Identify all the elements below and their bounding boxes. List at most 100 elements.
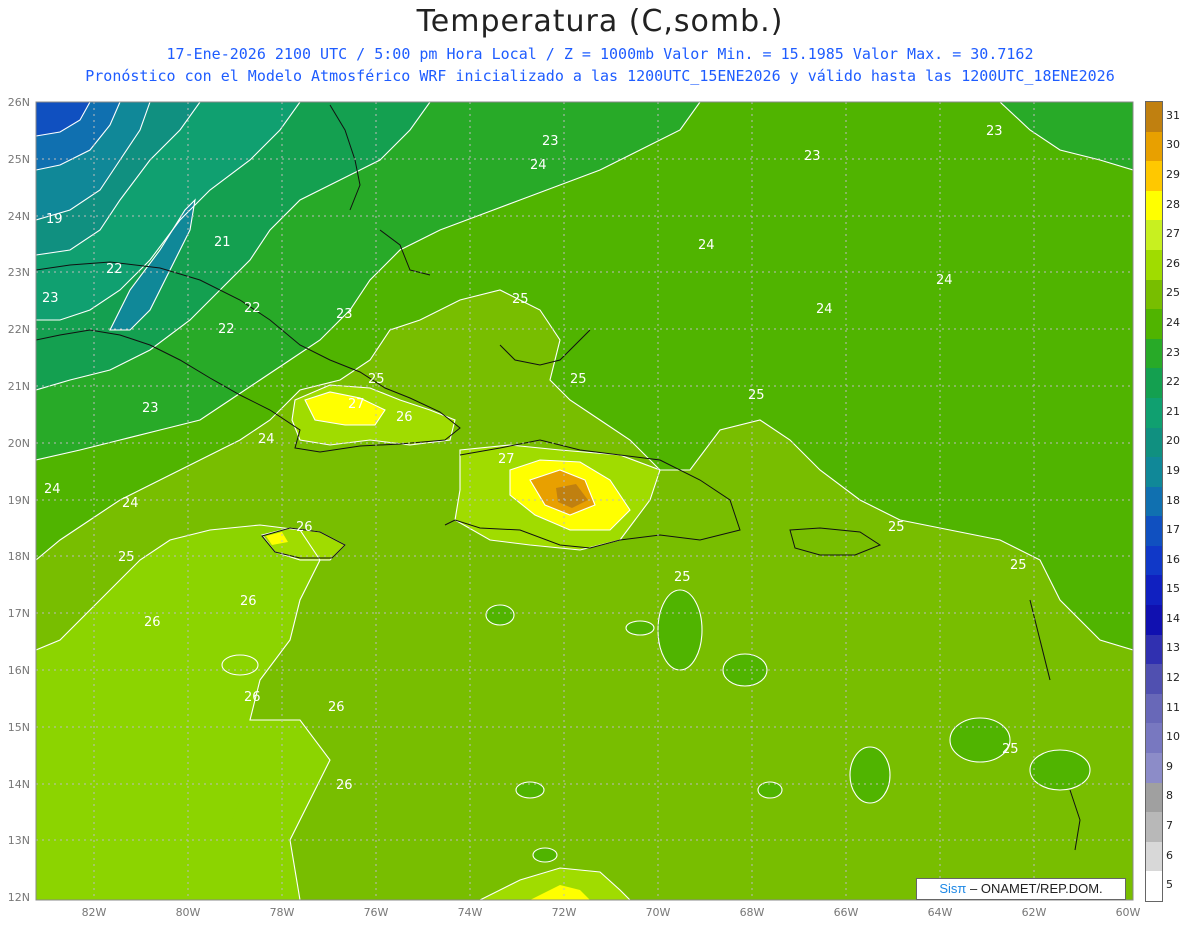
colorbar-segment — [1146, 516, 1162, 547]
contour-label: 24 — [816, 302, 833, 317]
colorbar-label: 20 — [1166, 434, 1180, 448]
colorbar-segment — [1146, 279, 1162, 310]
contour-label: 25 — [674, 570, 691, 585]
colorbar-segment — [1146, 575, 1162, 606]
colorbar-label: 14 — [1166, 611, 1180, 625]
colorbar-label: 7 — [1166, 819, 1173, 833]
contour-label: 26 — [240, 594, 257, 609]
colorbar-label: 16 — [1166, 552, 1180, 566]
colorbar-label: 12 — [1166, 671, 1180, 685]
contour-label: 24 — [936, 273, 953, 288]
contour-label: 21 — [214, 235, 231, 250]
colorbar-segment — [1146, 161, 1162, 192]
contour-label: 25 — [748, 388, 765, 403]
latitude-label: 20N — [7, 436, 30, 450]
contour-label: 25 — [368, 372, 385, 387]
colorbar-segment — [1146, 102, 1162, 133]
contour-label: 23 — [336, 307, 353, 322]
contour-label: 27 — [498, 452, 515, 467]
longitude-label: 76W — [363, 906, 389, 919]
credit-box: Sisπ – ONAMET/REP.DOM. — [916, 878, 1126, 900]
colorbar-segment — [1146, 309, 1162, 340]
colorbar-label: 10 — [1166, 730, 1180, 744]
temperature-map: 19 21 22 22 22 23 23 23 23 23 23 24 24 2… — [35, 101, 1134, 901]
contour-label: 26 — [244, 690, 261, 705]
contour-label: 23 — [986, 124, 1003, 139]
colorbar-segment — [1146, 397, 1162, 428]
contour-label: 25 — [1010, 558, 1027, 573]
colorbar-segment — [1146, 368, 1162, 399]
colorbar-segment — [1146, 220, 1162, 251]
latitude-label: 25N — [7, 152, 30, 166]
longitude-label: 82W — [81, 906, 107, 919]
contour-label: 24 — [122, 496, 139, 511]
colorbar-segment — [1146, 486, 1162, 517]
longitude-label: 68W — [739, 906, 765, 919]
latitude-label: 21N — [7, 380, 30, 393]
colorbar-label: 31 — [1166, 108, 1180, 122]
contour-label: 25 — [118, 550, 135, 565]
contour-label: 23 — [142, 401, 159, 416]
latitude-label: 24N — [7, 209, 30, 223]
colorbar-segment — [1146, 190, 1162, 221]
colorbar-label: 5 — [1166, 878, 1173, 892]
contour-label: 22 — [218, 322, 235, 337]
contour-label: 26 — [328, 700, 345, 715]
contour-label: 24 — [258, 432, 275, 447]
contour-label: 22 — [244, 301, 261, 316]
colorbar-label: 13 — [1166, 641, 1180, 655]
longitude-label: 66W — [833, 906, 859, 919]
colorbar-segment — [1146, 693, 1162, 724]
longitude-label: 60W — [1115, 906, 1141, 919]
contour-label: 25 — [512, 292, 529, 307]
contour-label: 26 — [144, 615, 161, 630]
colorbar-segment — [1146, 782, 1162, 813]
contour-label: 26 — [296, 520, 313, 535]
colorbar-label: 24 — [1166, 315, 1180, 329]
colorbar-segment — [1146, 723, 1162, 754]
latitude-label: 14N — [7, 777, 30, 791]
latitude-label: 13N — [7, 834, 30, 848]
colorbar-label: 8 — [1166, 789, 1173, 803]
colorbar-segment — [1146, 131, 1162, 162]
colorbar-segment — [1146, 545, 1162, 576]
colorbar-label: 23 — [1166, 345, 1180, 359]
colorbar-label: 29 — [1166, 167, 1180, 181]
colorbar-segment — [1146, 664, 1162, 695]
colorbar-label: 15 — [1166, 582, 1180, 596]
colorbar-label: 26 — [1166, 256, 1180, 270]
contour-label: 24 — [530, 158, 547, 173]
longitude-label: 80W — [175, 906, 201, 919]
colorbar-label: 6 — [1166, 848, 1173, 862]
colorbar-segment — [1146, 605, 1162, 636]
colorbar-segment — [1146, 871, 1162, 902]
contour-label: 19 — [46, 212, 63, 227]
contour-label: 26 — [396, 410, 413, 425]
longitude-label: 72W — [551, 906, 577, 919]
contour-label: 24 — [44, 482, 61, 497]
contour-label: 25 — [888, 520, 905, 535]
contour-label: 23 — [42, 291, 59, 306]
colorbar-label: 25 — [1166, 286, 1180, 300]
contour-label: 24 — [698, 238, 715, 253]
contour-label: 25 — [570, 372, 587, 387]
latitude-label: 19N — [7, 493, 30, 507]
contour-label: 22 — [106, 262, 123, 277]
colorbar-label: 19 — [1166, 463, 1180, 477]
colorbar-segment — [1146, 634, 1162, 665]
longitude-label: 78W — [269, 906, 295, 919]
colorbar-label: 11 — [1166, 700, 1180, 714]
credit-text: – ONAMET/REP.DOM. — [969, 881, 1103, 896]
colorbar-segment — [1146, 249, 1162, 281]
longitude-label: 70W — [645, 906, 671, 919]
colorbar-label: 21 — [1166, 404, 1180, 418]
colorbar-label: 30 — [1166, 138, 1180, 152]
colorbar-segment — [1146, 812, 1162, 843]
latitude-label: 15N — [7, 720, 30, 734]
latitude-label: 17N — [7, 607, 30, 621]
latitude-label: 16N — [7, 664, 30, 677]
colorbar-label: 18 — [1166, 493, 1180, 507]
colorbar-segment — [1146, 338, 1162, 369]
latitude-label: 12N — [7, 891, 30, 905]
colorbar-segment — [1146, 457, 1162, 488]
